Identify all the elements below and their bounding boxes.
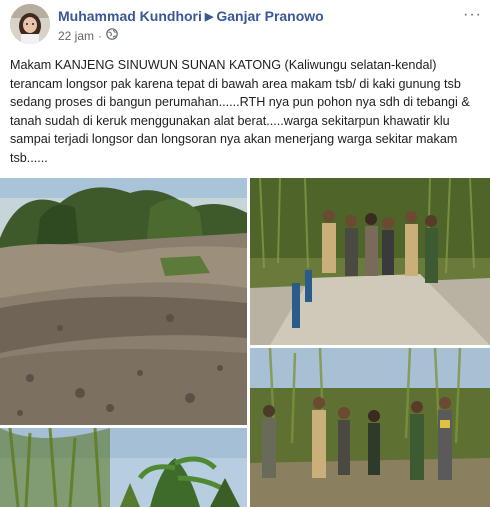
triangle-right-icon: ▶ (204, 11, 214, 23)
photo-group-bamboo-grove[interactable] (250, 348, 490, 507)
post-body-text: Makam KANJENG SINUWUN SUNAN KATONG (Kali… (10, 58, 470, 165)
photo-bamboo-trees[interactable] (0, 428, 247, 507)
globe-icon[interactable] (106, 28, 118, 43)
post-meta: 22 jam · (58, 28, 118, 44)
author-line: Muhammad Kundhori ▶ Ganjar Pranowo (58, 8, 324, 24)
post-header: Muhammad Kundhori ▶ Ganjar Pranowo 22 jam ·… (0, 0, 490, 52)
author-name-link[interactable]: Muhammad Kundhori (58, 8, 202, 24)
meta-separator: · (98, 29, 103, 43)
more-options-icon[interactable]: ··· (463, 6, 482, 24)
photo-excavated-hillside[interactable] (0, 178, 247, 425)
recipient-name-link[interactable]: Ganjar Pranowo (216, 8, 323, 24)
post-timestamp[interactable]: 22 jam (58, 29, 94, 43)
photo-officials-on-path[interactable] (250, 178, 490, 345)
author-avatar[interactable] (10, 4, 50, 44)
